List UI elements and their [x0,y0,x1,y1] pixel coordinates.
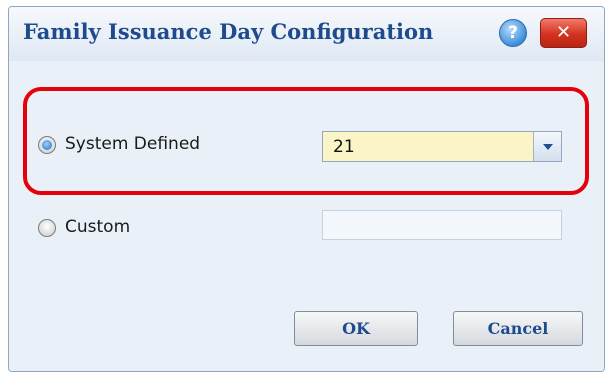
help-icon[interactable]: ? [499,19,527,47]
issuance-day-dialog: Family Issuance Day Configuration ? ✕ Sy… [8,6,605,372]
chevron-down-icon[interactable] [533,132,561,161]
system-defined-radio[interactable] [38,136,56,154]
custom-day-input[interactable] [322,210,562,240]
dropdown-value: 21 [333,137,355,157]
cancel-button[interactable]: Cancel [453,311,583,346]
close-button[interactable]: ✕ [540,18,587,48]
custom-label: Custom [65,217,131,237]
system-defined-label: System Defined [65,134,201,154]
ok-button[interactable]: OK [294,311,418,346]
custom-radio[interactable] [38,219,56,237]
dialog-titlebar: Family Issuance Day Configuration ? ✕ [9,7,604,61]
system-defined-day-dropdown[interactable]: 21 [322,131,562,162]
dialog-title: Family Issuance Day Configuration [23,19,434,44]
